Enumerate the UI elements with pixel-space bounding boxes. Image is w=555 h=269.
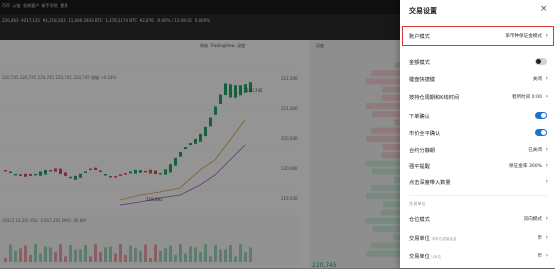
modal-overlay[interactable]: [0, 0, 400, 268]
chevron-right-icon: ›: [545, 162, 548, 169]
setting-trade-unit-coin[interactable]: 交易单位 币本位或保证金 币 ›: [400, 233, 555, 245]
setting-liquidation-alert[interactable]: 强平提醒 保证金率 300% ›: [400, 161, 555, 173]
close-icon[interactable]: ×: [540, 4, 548, 14]
setting-order-confirm[interactable]: 下单确认: [400, 111, 555, 123]
market-close-toggle[interactable]: [535, 129, 547, 136]
setting-position-mode[interactable]: 仓位模式 双向模式 ›: [400, 214, 555, 226]
chevron-right-icon: ›: [545, 234, 548, 241]
section-title: 交易单位: [409, 201, 426, 206]
panel-title: 交易设置: [409, 7, 437, 15]
setting-trade-unit-usdt[interactable]: 交易单位 U本位 币 ›: [400, 251, 555, 263]
amount-mode-toggle[interactable]: [535, 58, 547, 65]
chevron-right-icon: ›: [545, 93, 548, 100]
chevron-right-icon: ›: [545, 178, 548, 185]
divider: [409, 195, 547, 196]
chevron-right-icon: ›: [545, 75, 548, 82]
setting-amount-mode[interactable]: 金额模式: [400, 57, 555, 69]
setting-contract-period[interactable]: 合约分静期 已关闭 ›: [400, 145, 555, 157]
chevron-right-icon: ›: [545, 215, 548, 222]
order-confirm-toggle[interactable]: [535, 112, 547, 119]
setting-depth-click[interactable]: 点击深度带入数量 ›: [400, 177, 555, 189]
account-mode-highlight: [402, 26, 554, 46]
setting-kline-time[interactable]: 按持仓周期和K线时间 者所时间 0:00 ›: [400, 92, 555, 104]
chevron-right-icon: ›: [545, 146, 548, 153]
setting-keyboard-shortcuts[interactable]: 键盘快捷键 关闭 ›: [400, 74, 555, 86]
setting-market-close-confirm[interactable]: 市价全平确认: [400, 128, 555, 140]
chevron-right-icon: ›: [545, 252, 548, 259]
